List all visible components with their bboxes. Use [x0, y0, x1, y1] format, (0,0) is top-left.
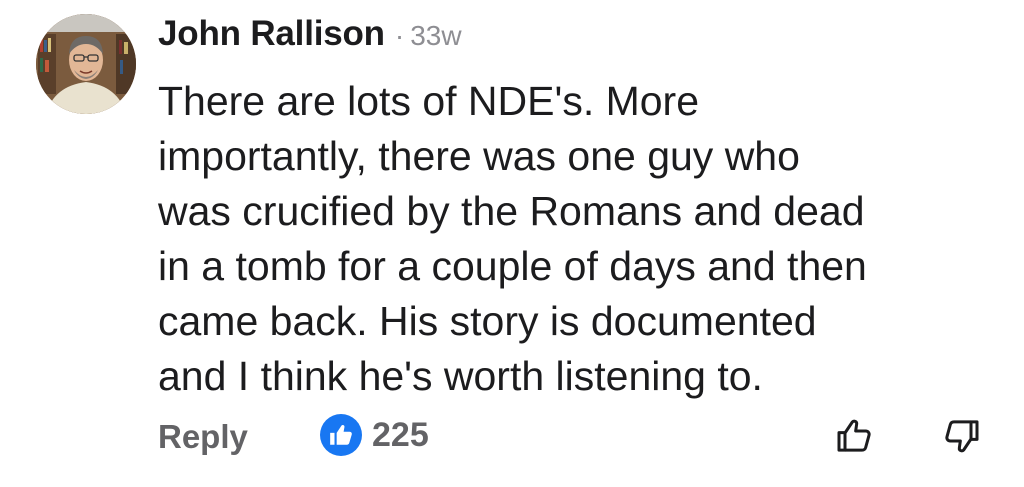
comment-body: There are lots of NDE's. More importantl…	[158, 74, 1008, 404]
comment-line: importantly, there was one guy who	[158, 133, 800, 179]
author-name[interactable]: John Rallison	[158, 14, 385, 54]
thumbs-up-icon	[320, 414, 362, 456]
reply-button[interactable]: Reply	[158, 418, 248, 456]
comment-line: in a tomb for a couple of days and then	[158, 243, 867, 289]
comment-line: came back. His story is documented	[158, 298, 817, 344]
header-separator: ·	[394, 20, 405, 51]
author-avatar[interactable]	[36, 14, 136, 114]
comment-actions: Reply 225	[158, 412, 998, 462]
thumbs-down-outline-icon	[945, 420, 979, 453]
avatar-photo	[36, 14, 136, 114]
comment-line: and I think he's worth listening to.	[158, 353, 763, 399]
comment-header: John Rallison · 33w	[158, 14, 462, 64]
comment-line: There are lots of NDE's. More	[158, 78, 700, 124]
comment-timestamp[interactable]: 33w	[410, 20, 461, 52]
reaction-count: 225	[372, 415, 429, 454]
thumbs-up-outline-icon	[837, 419, 871, 452]
upvote-button[interactable]	[830, 412, 878, 460]
downvote-button[interactable]	[938, 412, 986, 460]
reaction-summary[interactable]: 225	[320, 414, 429, 456]
comment-line: was crucified by the Romans and dead	[158, 188, 865, 234]
